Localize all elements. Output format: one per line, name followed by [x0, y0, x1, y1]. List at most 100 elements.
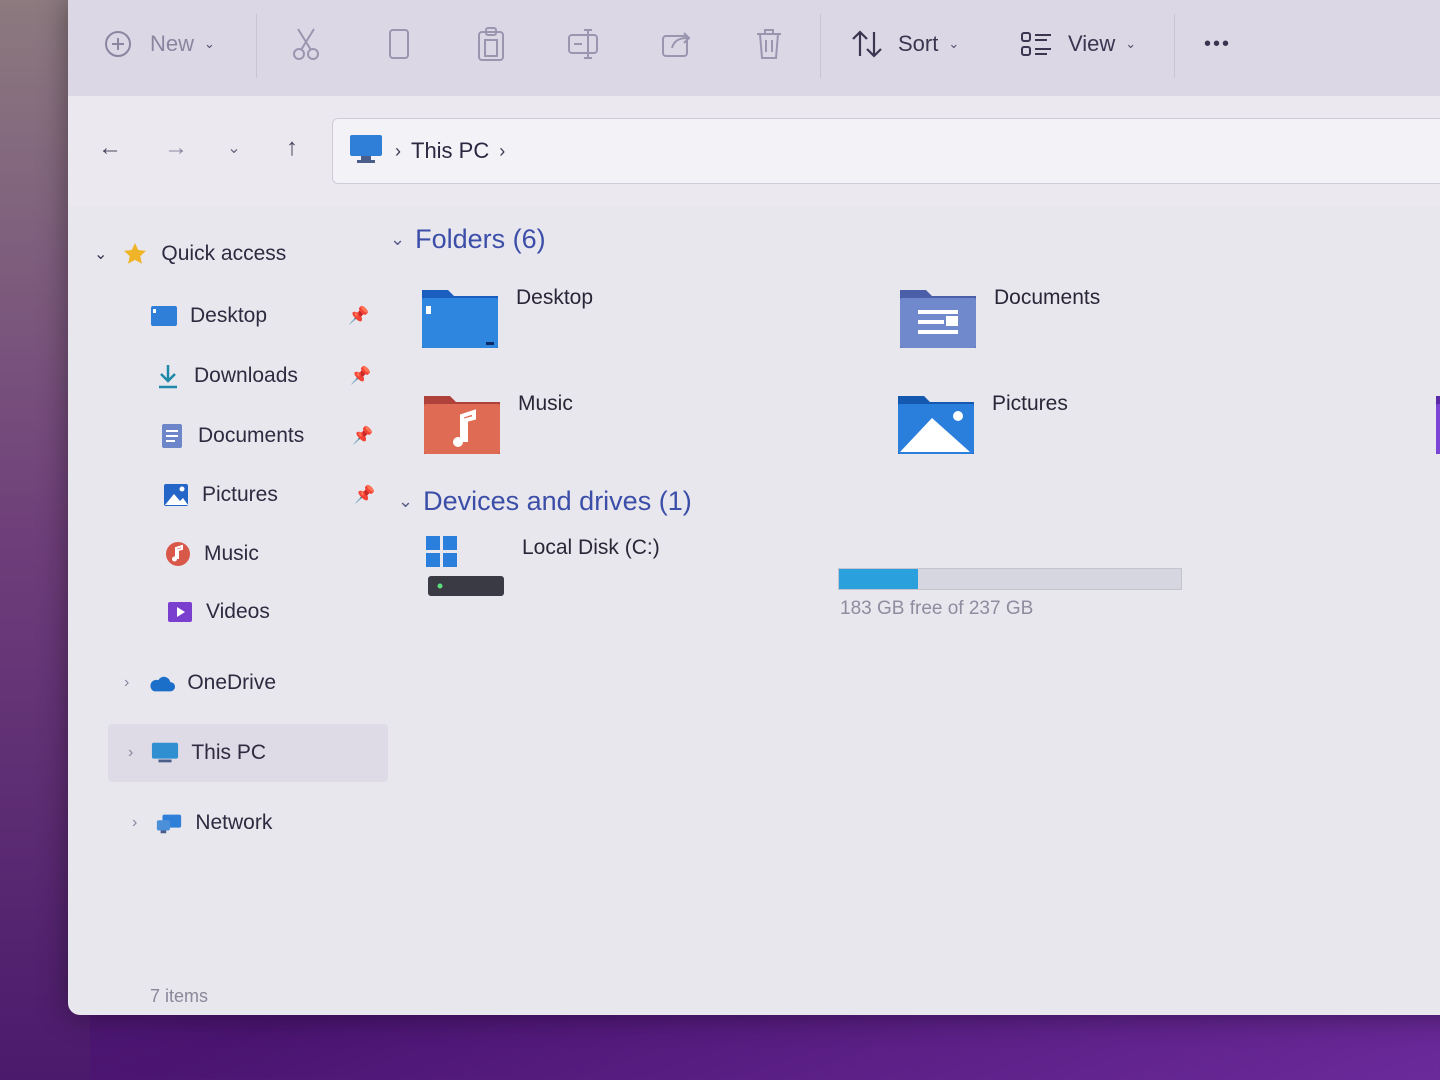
divider: [820, 14, 821, 78]
sidebar-item-downloads[interactable]: Downloads: [154, 356, 298, 396]
forward-button[interactable]: →: [156, 128, 196, 168]
plus-circle-icon: [104, 30, 132, 58]
sidebar-item-label: Pictures: [202, 483, 278, 506]
view-list-icon: [1020, 29, 1054, 59]
folder-name: Desktop: [516, 286, 594, 309]
videos-folder-icon: [1434, 390, 1440, 461]
divider: [256, 14, 257, 78]
chevron-down-icon: ⌄: [94, 246, 108, 263]
chevron-down-icon: ⌄: [390, 229, 406, 249]
chevron-down-icon: ⌄: [948, 36, 960, 51]
folder-name: Pictures: [992, 392, 1068, 415]
network-icon: [155, 811, 183, 835]
delete-button[interactable]: [754, 22, 784, 66]
clipboard-icon: [476, 26, 506, 62]
copy-button[interactable]: [386, 22, 412, 66]
copy-icon: [386, 27, 412, 61]
chevron-down-icon: ⌄: [227, 140, 241, 157]
paste-button[interactable]: [476, 22, 506, 66]
group-header-label: Devices and drives (1): [423, 486, 692, 516]
chevron-down-icon: ⌄: [1125, 36, 1137, 51]
cut-button[interactable]: [290, 22, 322, 66]
folder-tile-music[interactable]: Music: [422, 390, 573, 461]
pin-icon: 📌: [352, 426, 374, 445]
sidebar-item-music[interactable]: Music: [164, 534, 259, 574]
documents-icon: [158, 424, 186, 448]
trash-icon: [754, 27, 784, 61]
drive-usage-bar: [838, 568, 1182, 590]
monitor-icon: [151, 741, 179, 765]
devices-group-header[interactable]: ⌄ Devices and drives (1): [398, 486, 692, 517]
chevron-down-icon: ⌄: [204, 36, 215, 51]
sidebar-item-pictures[interactable]: Pictures: [162, 475, 278, 515]
view-label: View: [1068, 31, 1116, 56]
sidebar-item-documents[interactable]: Documents: [158, 416, 304, 456]
status-bar-item-count: 7 items: [150, 986, 209, 1006]
breadcrumb-chevron-icon[interactable]: ›: [499, 141, 505, 162]
sidebar-item-label: This PC: [191, 741, 267, 764]
breadcrumb-chevron-icon: ›: [395, 140, 401, 161]
pin-icon: 📌: [354, 485, 376, 504]
videos-icon: [166, 600, 194, 624]
more-options-label: •••: [1204, 32, 1232, 55]
sidebar-item-onedrive[interactable]: › OneDrive: [124, 663, 276, 703]
group-header-label: Folders (6): [415, 224, 546, 254]
documents-folder-icon: [898, 284, 978, 355]
sidebar-item-label: Documents: [198, 424, 305, 447]
pin-icon: 📌: [350, 366, 372, 385]
drive-name: Local Disk (C:): [522, 536, 660, 559]
cloud-icon: [147, 671, 176, 695]
navigation-bar: ← → ⌄ ↑ › This PC › ⌄: [68, 96, 1440, 206]
music-folder-icon: [422, 390, 502, 461]
navigation-pane: ⌄ Quick access Desktop 📌 Downloads 📌 Doc…: [68, 206, 388, 975]
divider: [1174, 14, 1175, 78]
pictures-icon: [162, 483, 190, 507]
download-icon: [154, 364, 182, 389]
sort-button[interactable]: Sort ⌄: [850, 22, 959, 66]
sidebar-item-label: Videos: [206, 600, 270, 623]
sidebar-item-this-pc[interactable]: › This PC: [128, 733, 266, 773]
arrow-left-icon: ←: [98, 134, 122, 161]
sidebar-item-desktop[interactable]: Desktop: [150, 296, 267, 336]
sidebar-item-network[interactable]: › Network: [132, 803, 272, 843]
arrow-up-icon: ↑: [286, 134, 298, 161]
folder-tile-pictures[interactable]: Pictures: [896, 390, 1068, 461]
up-button[interactable]: ↑: [272, 128, 312, 168]
drive-free-space: 183 GB free of 237 GB: [840, 598, 1034, 619]
see-more-button[interactable]: •••: [1204, 22, 1231, 66]
chevron-right-icon: ›: [132, 814, 138, 831]
folders-group-header[interactable]: ⌄ Folders (6): [390, 224, 546, 255]
folder-tile-videos[interactable]: [1434, 390, 1440, 461]
new-label: New: [150, 31, 195, 56]
recent-locations-button[interactable]: ⌄: [214, 128, 254, 168]
drive-tile-c[interactable]: Local Disk (C:): [426, 536, 660, 605]
desktop-folder-icon: [150, 304, 178, 328]
drive-usage-fill: [839, 569, 918, 589]
desktop-folder-icon: [420, 284, 500, 355]
content-pane: ⌄ Folders (6) Desktop Documents Music Pi…: [388, 206, 1440, 975]
share-button[interactable]: [660, 22, 694, 66]
pin-icon: 📌: [348, 306, 370, 325]
chevron-down-icon: ⌄: [398, 491, 414, 511]
sidebar-item-label: Network: [195, 811, 273, 834]
sidebar-item-label: Music: [204, 542, 259, 565]
folder-tile-documents[interactable]: Documents: [898, 284, 1100, 355]
chevron-right-icon: ›: [124, 674, 130, 691]
new-button[interactable]: New ⌄: [104, 22, 215, 66]
drive-icon: [426, 536, 506, 605]
arrow-right-icon: →: [164, 134, 188, 161]
folder-tile-desktop[interactable]: Desktop: [420, 284, 593, 355]
folder-name: Music: [518, 392, 573, 415]
sidebar-item-label: Quick access: [161, 242, 287, 265]
sidebar-item-videos[interactable]: Videos: [166, 592, 270, 632]
address-bar[interactable]: › This PC › ⌄: [332, 118, 1440, 184]
rename-button[interactable]: [566, 22, 602, 66]
scissors-icon: [290, 26, 322, 62]
back-button[interactable]: ←: [90, 128, 130, 168]
sidebar-item-quick-access[interactable]: ⌄ Quick access: [94, 234, 286, 274]
breadcrumb-this-pc[interactable]: This PC: [411, 138, 489, 164]
sidebar-item-label: Desktop: [190, 304, 268, 327]
sidebar-item-label: Downloads: [194, 364, 298, 387]
view-button[interactable]: View ⌄: [1020, 22, 1136, 66]
folder-name: Documents: [994, 286, 1101, 309]
